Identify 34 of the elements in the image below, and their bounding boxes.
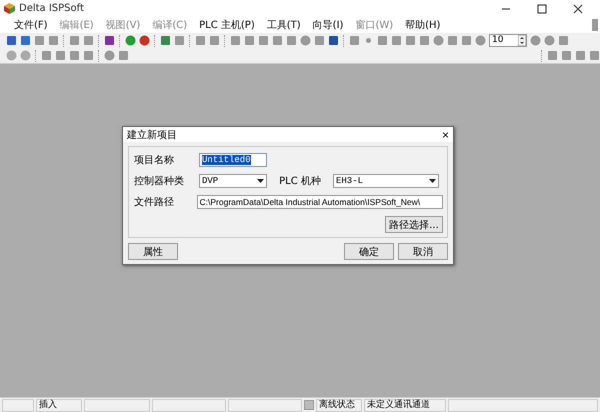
circle-icon[interactable] xyxy=(6,50,17,61)
window-title: Delta ISPSoft xyxy=(19,3,85,14)
status-text: 未定义通讯通道 xyxy=(364,398,446,412)
circle-icon[interactable] xyxy=(20,50,31,61)
spinner-icon[interactable] xyxy=(518,35,526,46)
menu-item[interactable]: 帮助(H) xyxy=(399,18,446,32)
field-label: 文件路径 xyxy=(134,196,175,209)
cancel-button[interactable]: 取消 xyxy=(398,243,448,260)
properties-button[interactable]: 属性 xyxy=(128,243,178,260)
menu-item[interactable]: 文件(F) xyxy=(8,18,54,32)
field-label: 项目名称 xyxy=(134,154,175,167)
menu-grip-icon xyxy=(592,19,598,31)
step-field[interactable]: 10 xyxy=(489,34,527,47)
dialog-close-button[interactable]: × xyxy=(442,128,449,142)
dialog-title: 建立新项目 xyxy=(127,128,177,142)
app-logo-icon xyxy=(4,3,15,14)
menu-item[interactable]: 向导(I) xyxy=(306,18,350,32)
plc-model-dropdown[interactable]: EH3-L xyxy=(333,174,439,188)
circle-icon[interactable] xyxy=(475,35,486,46)
menu-item[interactable]: PLC 主机(P) xyxy=(193,18,261,32)
ok-button[interactable]: 确定 xyxy=(344,243,394,260)
dropdown-arrow-icon xyxy=(257,179,264,183)
status-text: 离线状态 xyxy=(316,398,362,412)
dot-icon[interactable] xyxy=(363,35,374,46)
file-path-field[interactable]: C:\ProgramData\Delta Industrial Automation\ISPSoft_New\ xyxy=(196,195,443,209)
field-label: 控制器种类 xyxy=(134,174,185,188)
project-name-field[interactable]: Untitled0 xyxy=(199,153,267,167)
field-label: PLC 机种 xyxy=(278,174,322,188)
browse-path-button[interactable]: 路径选择... xyxy=(385,216,443,233)
status-indicator-icon xyxy=(304,400,314,410)
controller-type-dropdown[interactable]: DVP xyxy=(199,174,267,188)
menu-item[interactable]: 工具(T) xyxy=(260,18,307,32)
dropdown-arrow-icon xyxy=(429,179,436,183)
status-text: 插入 xyxy=(36,398,82,412)
